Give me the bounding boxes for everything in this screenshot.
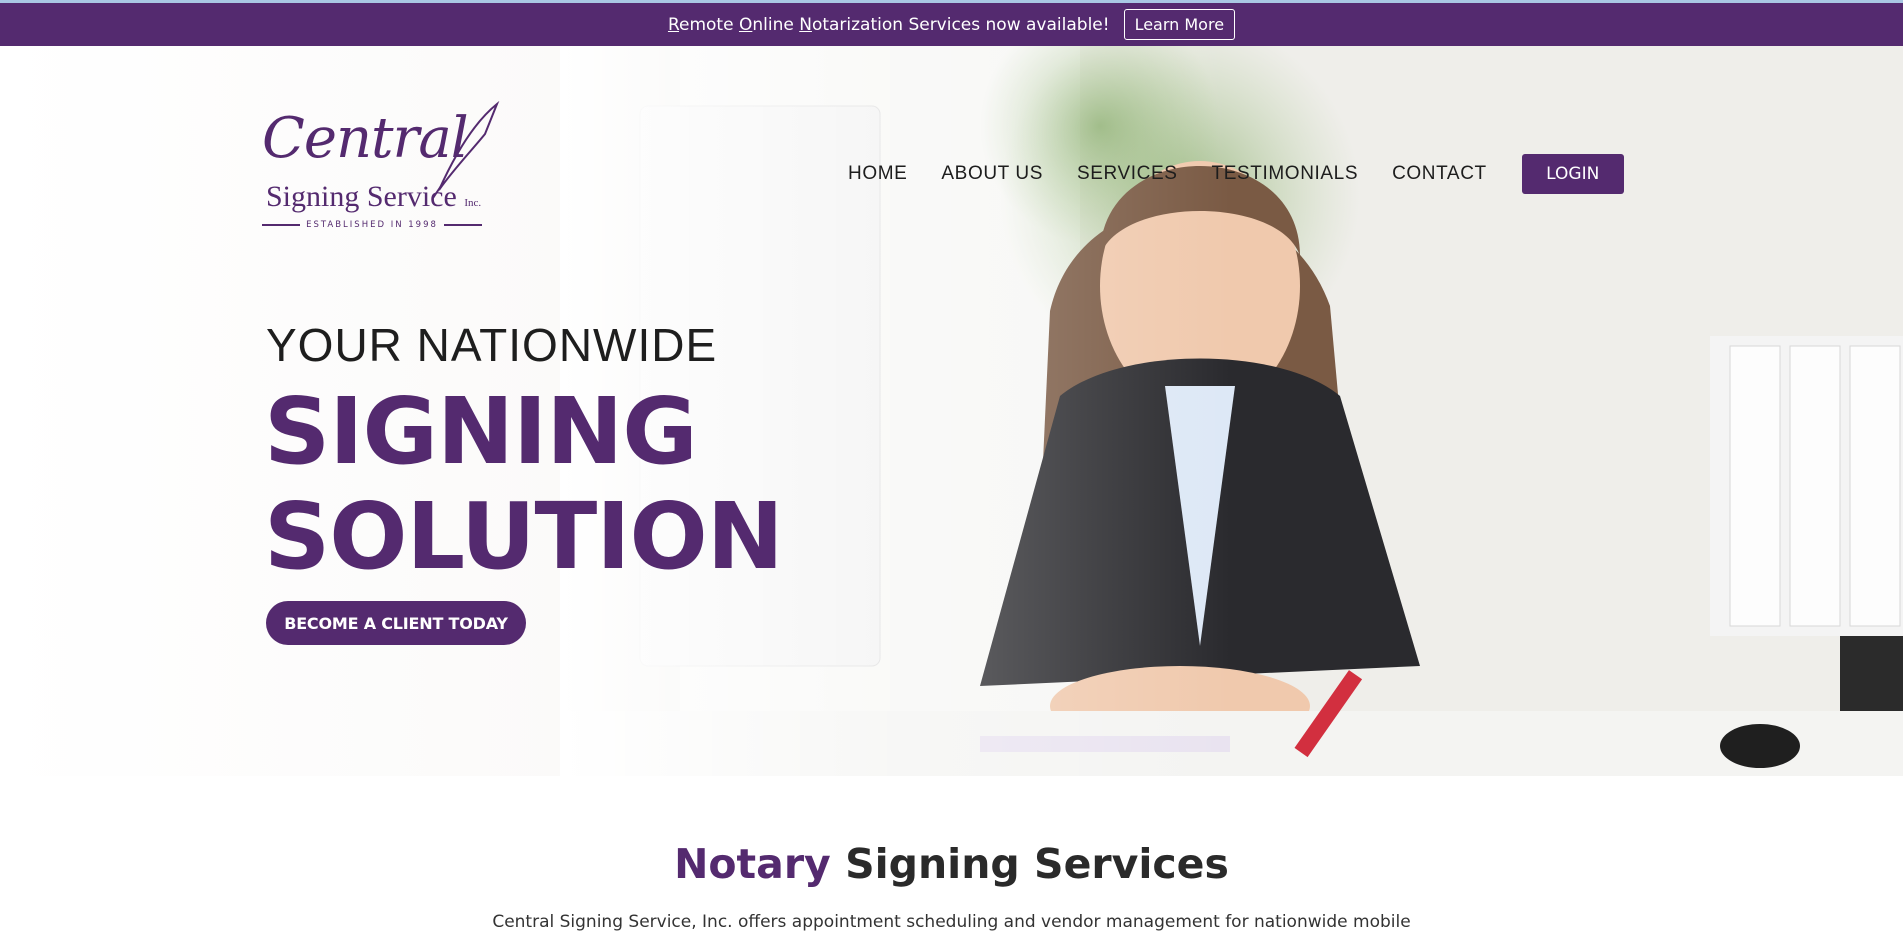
announcement-text-part: O: [738, 14, 753, 35]
announcement-text-part: N: [799, 14, 812, 35]
announcement-text-part: nline: [752, 14, 800, 35]
nav-about-us[interactable]: ABOUT US: [941, 163, 1043, 185]
hero-section: Central Signing Service Inc. ESTABLISHED…: [0, 46, 1903, 776]
hero-title-line-1: SIGNING: [264, 378, 698, 485]
announcement-text-part: emote: [679, 14, 739, 35]
announcement-bar: Remote Online Notarization Services now …: [0, 3, 1903, 46]
become-client-button[interactable]: BECOME A CLIENT TODAY: [266, 601, 526, 645]
nav-home[interactable]: HOME: [848, 163, 907, 185]
nav-testimonials[interactable]: TESTIMONIALS: [1212, 163, 1359, 185]
section-title-accent: Notary: [674, 840, 831, 888]
company-logo[interactable]: Central Signing Service Inc. ESTABLISHED…: [262, 100, 502, 241]
nav-services[interactable]: SERVICES: [1077, 163, 1178, 185]
logo-script-text: Central: [262, 106, 469, 171]
divider: [443, 224, 483, 226]
announcement-text: Remote Online Notarization Services now …: [668, 15, 1110, 35]
logo-inc: Inc.: [464, 197, 482, 209]
login-button[interactable]: LOGIN: [1521, 154, 1624, 194]
logo-sub-text: Signing Service: [266, 180, 457, 213]
hero-title-line-2: SOLUTION: [264, 483, 784, 590]
learn-more-button[interactable]: Learn More: [1123, 9, 1236, 40]
logo-established: ESTABLISHED IN 1998: [262, 220, 483, 230]
announcement-text-part: otarization Services now available!: [811, 14, 1110, 35]
section-intro-text: Central Signing Service, Inc. offers app…: [492, 912, 1411, 932]
logo-subtitle: Signing Service Inc.: [266, 180, 481, 214]
announcement-text-part: R: [667, 14, 680, 35]
section-title: Notary Signing Services: [0, 840, 1903, 888]
divider: [262, 224, 301, 226]
hero-kicker: YOUR NATIONWIDE: [266, 319, 718, 371]
main-nav: HOME ABOUT US SERVICES TESTIMONIALS CONT…: [848, 154, 1624, 194]
established-text: ESTABLISHED IN 1998: [306, 220, 438, 230]
nav-contact[interactable]: CONTACT: [1392, 163, 1487, 185]
section-title-rest: Signing Services: [845, 840, 1229, 888]
